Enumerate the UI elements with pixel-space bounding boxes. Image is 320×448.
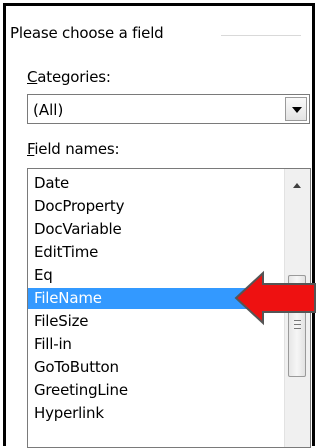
grip-line — [294, 328, 301, 329]
field-list-item[interactable]: GoToButton — [28, 357, 280, 378]
categories-dropdown-button[interactable] — [285, 97, 307, 121]
categories-dropdown[interactable]: (All) — [27, 94, 310, 124]
categories-selected-value: (All) — [33, 101, 64, 119]
group-title: Please choose a field — [10, 24, 164, 42]
field-list-item[interactable]: EditTime — [28, 242, 280, 263]
field-list-item[interactable]: Hyperlink — [28, 403, 280, 424]
field-dialog-frame: Please choose a field Categories: (All) … — [3, 3, 315, 448]
group-divider — [221, 35, 301, 36]
field-list-item[interactable]: DocVariable — [28, 219, 280, 240]
categories-label: Categories: — [27, 68, 111, 86]
categories-label-accelerator: C — [27, 68, 38, 86]
red-arrow-pointer-icon — [234, 270, 316, 326]
field-list-item[interactable]: GreetingLine — [28, 380, 280, 401]
field-names-label: Field names: — [27, 140, 120, 158]
field-list-item[interactable]: Fill-in — [28, 334, 280, 355]
field-names-label-text: ield names: — [34, 140, 120, 158]
scroll-up-arrow-icon[interactable] — [293, 183, 301, 188]
callout-arrow-shape — [234, 270, 316, 326]
field-list-item[interactable]: Date — [28, 173, 280, 194]
categories-label-text: ategories: — [37, 68, 111, 86]
field-list-item[interactable]: DocProperty — [28, 196, 280, 217]
chevron-down-icon — [292, 107, 302, 113]
